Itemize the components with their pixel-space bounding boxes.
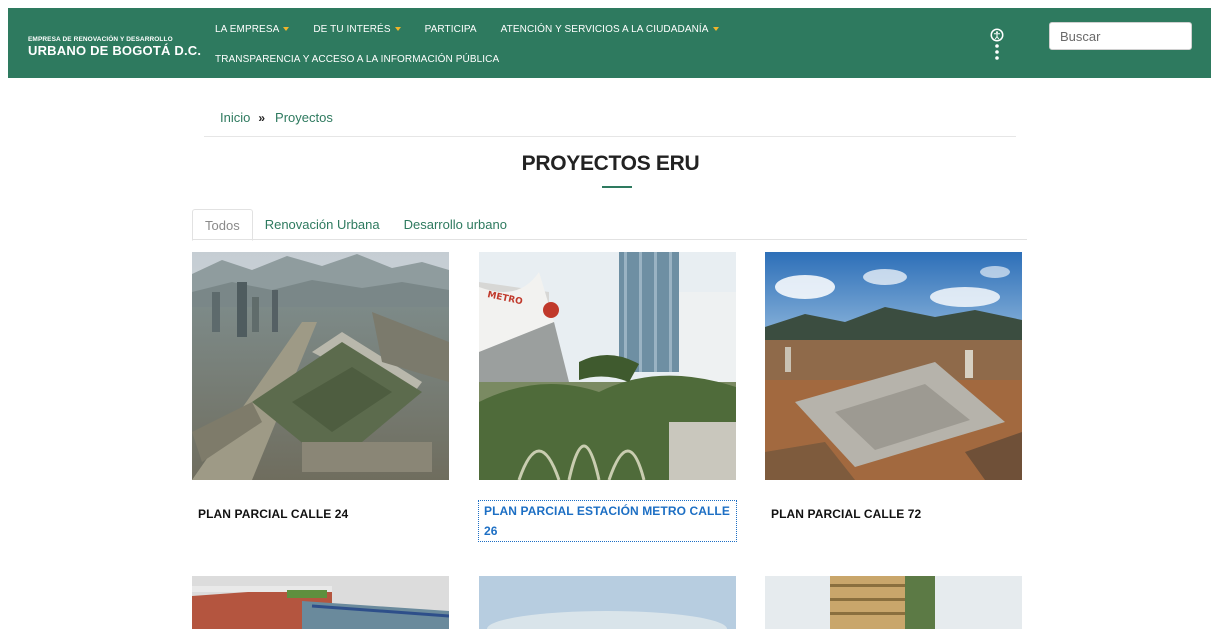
nav-item-label: DE TU INTERÉS [313,23,391,35]
title-underline [602,186,632,188]
tab-todos[interactable]: Todos [192,209,253,241]
project-image-calle-72[interactable] [765,252,1022,480]
site-header: Empresa de Renovación y Desarrollo URBAN… [8,8,1211,78]
project-card: PLAN PARCIAL CALLE 24 [192,252,449,524]
nav-item-participa[interactable]: PARTICIPA [425,24,477,35]
nav-item-la-empresa[interactable]: LA EMPRESA [215,23,290,35]
project-image-metro-calle-26[interactable]: METRO [479,252,736,480]
main-nav: LA EMPRESA DE TU INTERÉS PARTICIPA ATENC… [215,22,775,82]
nav-item-label: TRANSPARENCIA Y ACCESO A LA INFORMACIÓN … [215,53,500,65]
breadcrumb-separator-icon: » [258,110,266,125]
nav-item-label: ATENCIÓN Y SERVICIOS A LA CIUDADANÍA [500,23,709,35]
breadcrumb-divider [204,136,1016,137]
project-card: METRO PLAN PARCIAL ESTACIÓN METRO CALLE … [478,252,737,542]
search-input[interactable] [1049,22,1192,50]
nav-item-label: PARTICIPA [424,23,477,35]
caret-down-icon [712,27,719,31]
tab-renovacion-urbana[interactable]: Renovación Urbana [253,209,392,240]
nav-item-atencion-ciudadania[interactable]: ATENCIÓN Y SERVICIOS A LA CIUDADANÍA [501,24,719,35]
tab-desarrollo-urbano[interactable]: Desarrollo urbano [392,209,519,240]
project-filter-tabs: Todos Renovación Urbana Desarrollo urban… [192,209,1027,241]
project-title-metro-calle-26[interactable]: PLAN PARCIAL ESTACIÓN METRO CALLE 26 [478,500,737,542]
project-image-row2-2[interactable] [479,576,736,629]
project-image-row2-3[interactable] [765,576,1022,629]
eru-logo[interactable]: Empresa de Renovación y Desarrollo URBAN… [28,36,201,58]
project-title-calle-72[interactable]: PLAN PARCIAL CALLE 72 [765,504,1022,524]
nav-item-transparencia[interactable]: TRANSPARENCIA Y ACCESO A LA INFORMACIÓN … [215,54,499,65]
nav-item-label: LA EMPRESA [215,23,280,35]
project-image-row2-1[interactable] [192,576,449,629]
caret-down-icon [283,27,290,31]
page-title: PROYECTOS ERU [521,152,700,175]
nav-item-de-tu-interes[interactable]: DE TU INTERÉS [313,23,401,35]
project-title-calle-24[interactable]: PLAN PARCIAL CALLE 24 [192,504,449,524]
breadcrumb-current[interactable]: Proyectos [275,110,333,125]
logo-title: URBANO DE BOGOTÁ D.C. [28,43,202,58]
accessibility-icon[interactable] [989,28,1005,64]
project-image-calle-24[interactable] [192,252,449,480]
breadcrumb: Inicio » Proyectos [220,110,333,125]
breadcrumb-home-link[interactable]: Inicio [220,110,250,125]
nav-row-primary: LA EMPRESA DE TU INTERÉS PARTICIPA ATENC… [215,22,775,36]
nav-row-secondary: TRANSPARENCIA Y ACCESO A LA INFORMACIÓN … [215,52,775,66]
caret-down-icon [394,27,401,31]
project-card: PLAN PARCIAL CALLE 72 [765,252,1022,524]
